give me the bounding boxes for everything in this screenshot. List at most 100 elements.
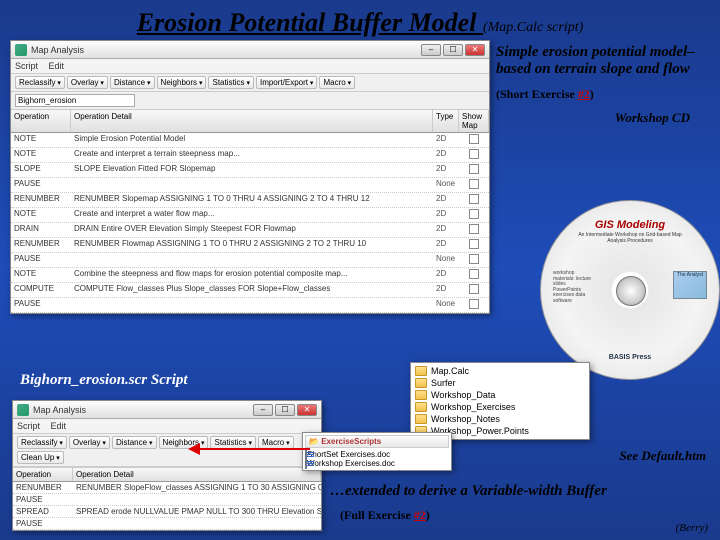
table-row[interactable]: RENUMBERRENUMBER SlopeFlow_classes ASSIG…: [13, 482, 321, 494]
col-operation[interactable]: Operation: [13, 468, 73, 481]
close-button[interactable]: ✕: [465, 44, 485, 56]
cell-operation: RENUMBER: [13, 482, 73, 493]
col-detail[interactable]: Operation Detail: [71, 110, 433, 132]
cell-detail: Create and interpret a terrain steepness…: [71, 148, 433, 162]
table-row[interactable]: PAUSENone: [11, 253, 489, 268]
col-showmap[interactable]: Show Map: [459, 110, 489, 132]
cell-showmap[interactable]: [459, 178, 489, 192]
checkbox-icon[interactable]: [469, 134, 479, 144]
tool-reclassify[interactable]: Reclassify: [15, 76, 65, 89]
table-row[interactable]: NOTECreate and interpret a terrain steep…: [11, 148, 489, 163]
map-analysis-window-bottom: Map Analysis – ☐ ✕ Script Edit Reclassif…: [12, 400, 322, 531]
close-button[interactable]: ✕: [297, 404, 317, 416]
cd-title: GIS Modeling: [595, 219, 665, 231]
table-row[interactable]: PAUSENone: [11, 298, 489, 313]
tool-cleanup[interactable]: Clean Up: [17, 451, 64, 464]
cell-showmap[interactable]: [459, 208, 489, 222]
table-row[interactable]: PAUSE: [13, 518, 321, 530]
table-row[interactable]: DRAINDRAIN Entire OVER Elevation Simply …: [11, 223, 489, 238]
minimize-button[interactable]: –: [253, 404, 273, 416]
table-row[interactable]: RENUMBERRENUMBER Flowmap ASSIGNING 1 TO …: [11, 238, 489, 253]
cd-right-graphic: The Analyst: [673, 271, 707, 299]
checkbox-icon[interactable]: [469, 179, 479, 189]
checkbox-icon[interactable]: [469, 254, 479, 264]
tool-macro[interactable]: Macro: [319, 76, 355, 89]
cell-showmap[interactable]: [459, 298, 489, 312]
script-name-row: [11, 92, 489, 109]
cell-type: 2D: [433, 238, 459, 252]
table-row[interactable]: NOTECombine the steepness and flow maps …: [11, 268, 489, 283]
table-row[interactable]: NOTESimple Erosion Potential Model2D: [11, 133, 489, 148]
tool-reclassify[interactable]: Reclassify: [17, 436, 67, 449]
titlebar-bottom[interactable]: Map Analysis – ☐ ✕: [13, 401, 321, 419]
menu-edit[interactable]: Edit: [51, 421, 67, 431]
cell-type: 2D: [433, 223, 459, 237]
tool-neighbors[interactable]: Neighbors: [157, 76, 207, 89]
minimize-button[interactable]: –: [421, 44, 441, 56]
arrow-annotation: [190, 445, 320, 453]
file-item[interactable]: ShortSet Exercises.doc: [305, 450, 449, 459]
cell-type: 2D: [433, 268, 459, 282]
checkbox-icon[interactable]: [469, 224, 479, 234]
cell-showmap[interactable]: [459, 133, 489, 147]
col-type[interactable]: Type: [433, 110, 459, 132]
cell-detail: [71, 253, 433, 267]
folder-item[interactable]: Surfer: [413, 377, 587, 389]
tool-statistics[interactable]: Statistics: [208, 76, 253, 89]
cell-showmap[interactable]: [459, 163, 489, 177]
checkbox-icon[interactable]: [469, 164, 479, 174]
tool-distance[interactable]: Distance: [110, 76, 155, 89]
maximize-button[interactable]: ☐: [275, 404, 295, 416]
checkbox-icon[interactable]: [469, 239, 479, 249]
see-default-label: See Default.htm: [619, 448, 706, 464]
col-detail[interactable]: Operation Detail: [73, 468, 321, 481]
table-row[interactable]: COMPUTECOMPUTE Flow_classes Plus Slope_c…: [11, 283, 489, 298]
checkbox-icon[interactable]: [469, 194, 479, 204]
checkbox-icon[interactable]: [469, 209, 479, 219]
tool-importexport[interactable]: Import/Export: [256, 76, 317, 89]
tool-distance[interactable]: Distance: [112, 436, 157, 449]
menu-script[interactable]: Script: [17, 421, 40, 431]
tool-overlay[interactable]: Overlay: [67, 76, 108, 89]
folder-item[interactable]: Workshop_Data: [413, 389, 587, 401]
file-item[interactable]: Workshop Exercises.doc: [305, 459, 449, 468]
cell-detail: Combine the steepness and flow maps for …: [71, 268, 433, 282]
cell-type: 2D: [433, 133, 459, 147]
checkbox-icon[interactable]: [469, 149, 479, 159]
table-row[interactable]: RENUMBERRENUMBER Slopemap ASSIGNING 1 TO…: [11, 193, 489, 208]
grid-header: Operation Operation Detail Type Show Map: [11, 109, 489, 133]
cell-showmap[interactable]: [459, 283, 489, 297]
tool-overlay[interactable]: Overlay: [69, 436, 110, 449]
script-name-input[interactable]: [15, 94, 135, 107]
checkbox-icon[interactable]: [469, 299, 479, 309]
cell-showmap[interactable]: [459, 268, 489, 282]
checkbox-icon[interactable]: [469, 269, 479, 279]
col-operation[interactable]: Operation: [11, 110, 71, 132]
cell-detail: SPREAD erode NULLVALUE PMAP NULL TO 300 …: [73, 506, 321, 517]
folder-item[interactable]: Workshop_Notes: [413, 413, 587, 425]
file-label: Workshop Exercises.doc: [307, 459, 395, 468]
folder-item[interactable]: Workshop_Exercises: [413, 401, 587, 413]
table-row[interactable]: NOTECreate and interpret a water flow ma…: [11, 208, 489, 223]
cell-operation: COMPUTE: [11, 283, 71, 297]
menu-edit[interactable]: Edit: [49, 61, 65, 71]
folder-listing: Map.CalcSurferWorkshop_DataWorkshop_Exer…: [410, 362, 590, 440]
cell-showmap[interactable]: [459, 193, 489, 207]
folder-item[interactable]: Map.Calc: [413, 365, 587, 377]
titlebar[interactable]: Map Analysis – ☐ ✕: [11, 41, 489, 59]
table-row[interactable]: SPREADSPREAD erode NULLVALUE PMAP NULL T…: [13, 506, 321, 518]
short-exercise-label: (Short Exercise #2): [496, 87, 710, 102]
table-row[interactable]: PAUSE: [13, 494, 321, 506]
cell-showmap[interactable]: [459, 223, 489, 237]
menu-script[interactable]: Script: [15, 61, 38, 71]
cell-operation: PAUSE: [11, 253, 71, 267]
cell-showmap[interactable]: [459, 238, 489, 252]
cell-detail: DRAIN Entire OVER Elevation Simply Steep…: [71, 223, 433, 237]
checkbox-icon[interactable]: [469, 284, 479, 294]
cell-showmap[interactable]: [459, 253, 489, 267]
table-row[interactable]: SLOPESLOPE Elevation Fitted FOR Slopemap…: [11, 163, 489, 178]
table-row[interactable]: PAUSENone: [11, 178, 489, 193]
maximize-button[interactable]: ☐: [443, 44, 463, 56]
cell-showmap[interactable]: [459, 148, 489, 162]
menubar-bottom: Script Edit: [13, 419, 321, 434]
